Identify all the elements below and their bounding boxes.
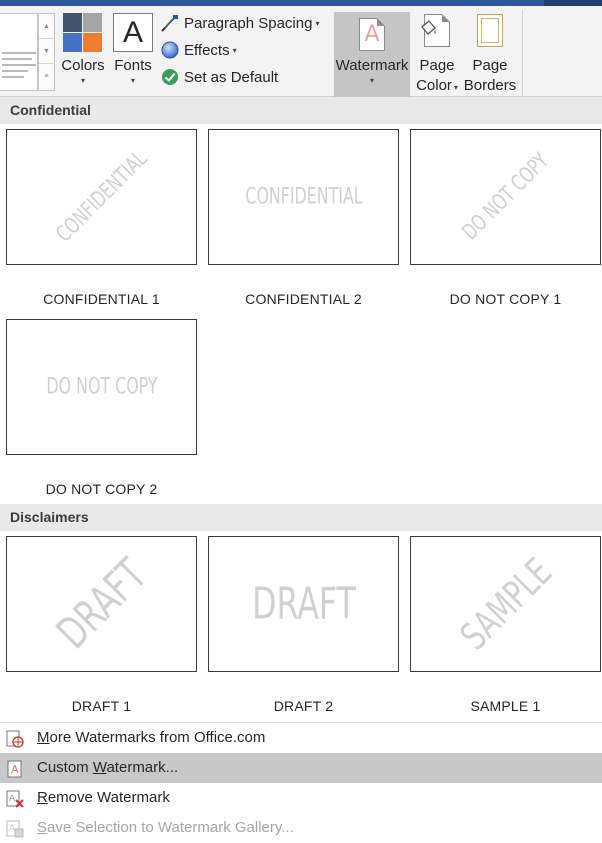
paragraph-spacing-dropdown-icon: ▾ — [315, 18, 320, 28]
globe-watermark-icon — [6, 729, 24, 748]
watermark-button[interactable]: A Watermark ▾ — [334, 12, 410, 97]
svg-text:A: A — [9, 794, 16, 804]
custom-watermark-icon: A — [6, 759, 24, 778]
page-color-dropdown-icon: ▾ — [453, 83, 458, 92]
tile-watermark-text: DRAFT — [251, 578, 356, 630]
gallery-scroll-up-icon[interactable]: ▲ — [39, 14, 54, 39]
watermark-tile-sample-1[interactable]: SAMPLE — [410, 536, 601, 672]
tile-label: CONFIDENTIAL 1 — [43, 291, 160, 307]
menu-accelerator: M — [37, 729, 50, 746]
tile-label: DRAFT 2 — [273, 698, 334, 714]
theme-fonts-icon: A — [113, 13, 153, 52]
fonts-label: Fonts — [114, 57, 152, 74]
tile-label: DO NOT COPY 2 — [45, 481, 158, 497]
watermark-page-icon: A — [359, 18, 385, 51]
tile-watermark-text: DO NOT COPY — [45, 374, 158, 400]
section-header-disclaimers: Disclaimers — [0, 504, 602, 531]
tile-label: CONFIDENTIAL 2 — [245, 291, 362, 307]
menu-accelerator: R — [37, 789, 48, 806]
set-as-default-button[interactable]: Set as Default — [161, 65, 278, 89]
watermark-tile-draft-1[interactable]: DRAFT — [6, 536, 197, 672]
watermark-label: Watermark — [335, 57, 409, 74]
watermark-tile-confidential-2[interactable]: CONFIDENTIAL — [208, 129, 399, 265]
theme-colors-icon — [63, 13, 102, 52]
tile-label: DO NOT COPY 1 — [449, 291, 562, 307]
svg-text:A: A — [11, 763, 19, 776]
watermark-tile-draft-2[interactable]: DRAFT — [208, 536, 399, 672]
menu-item-label-prefix: Custom — [37, 759, 93, 776]
menu-item-label: atermark... — [106, 759, 179, 776]
tile-watermark-text: DO NOT COPY — [457, 148, 554, 246]
page-borders-icon — [477, 14, 503, 47]
remove-watermark-menu-item[interactable]: A Remove Watermark — [0, 783, 602, 813]
colors-label: Colors — [61, 57, 105, 74]
menu-item-label: emove Watermark — [47, 789, 170, 806]
save-selection-menu-item: A Save Selection to Watermark Gallery... — [0, 813, 602, 843]
menu-accelerator: W — [92, 759, 107, 776]
tile-label: DRAFT 1 — [71, 698, 132, 714]
watermark-tile-do-not-copy-2[interactable]: DO NOT COPY — [6, 319, 197, 455]
effects-button[interactable]: Effects ▾ — [161, 38, 237, 62]
remove-watermark-icon: A — [6, 789, 24, 808]
save-selection-icon: A — [6, 819, 24, 838]
ribbon-separator — [522, 10, 523, 96]
watermark-dropdown-icon: ▾ — [369, 76, 374, 85]
tile-label: SAMPLE 1 — [470, 698, 541, 714]
ribbon-design-tab: ▲ ▼ ≡ Colors ▾ A Fonts ▾ Paragraph Spaci… — [0, 6, 602, 97]
gallery-expand-icon[interactable]: ≡ — [39, 64, 54, 89]
tile-watermark-text: SAMPLE — [451, 549, 560, 659]
tile-watermark-text: DRAFT — [46, 549, 157, 659]
tile-watermark-text: CONFIDENTIAL — [51, 146, 152, 248]
effects-label: Effects — [184, 41, 230, 59]
gallery-scroll-down-icon[interactable]: ▼ — [39, 39, 54, 64]
page-color-icon — [421, 14, 450, 47]
colors-dropdown-icon: ▾ — [80, 76, 85, 85]
page-color-label-line1: Page — [419, 57, 455, 74]
menu-accelerator: S — [37, 819, 48, 836]
menu-item-label: ore Watermarks from Office.com — [49, 729, 266, 746]
paragraph-spacing-label: Paragraph Spacing — [184, 14, 313, 32]
menu-item-label: ave Selection to Watermark Gallery... — [47, 819, 294, 836]
check-circle-icon — [161, 68, 179, 86]
page-color-label-line2: Color — [416, 77, 452, 94]
watermark-tile-do-not-copy-1[interactable]: DO NOT COPY — [410, 129, 601, 265]
page-borders-label-line2: Borders — [463, 77, 517, 94]
watermark-tile-confidential-1[interactable]: CONFIDENTIAL — [6, 129, 197, 265]
fonts-dropdown-icon: ▾ — [130, 76, 135, 85]
tile-watermark-text: CONFIDENTIAL — [244, 184, 363, 210]
effects-icon — [161, 41, 179, 59]
paragraph-spacing-button[interactable]: Paragraph Spacing ▾ — [161, 11, 319, 35]
page-borders-label-line1: Page — [472, 57, 508, 74]
paragraph-spacing-icon — [161, 14, 179, 32]
style-gallery-scroll[interactable]: ▲ ▼ ≡ — [38, 13, 55, 91]
effects-dropdown-icon: ▾ — [232, 45, 237, 55]
style-set-thumbnail[interactable] — [0, 13, 38, 91]
more-watermarks-menu-item[interactable]: More Watermarks from Office.com — [0, 723, 602, 753]
section-header-confidential: Confidential — [0, 97, 602, 124]
set-as-default-label: Set as Default — [184, 68, 279, 86]
custom-watermark-menu-item[interactable]: A Custom Watermark... — [0, 753, 602, 783]
